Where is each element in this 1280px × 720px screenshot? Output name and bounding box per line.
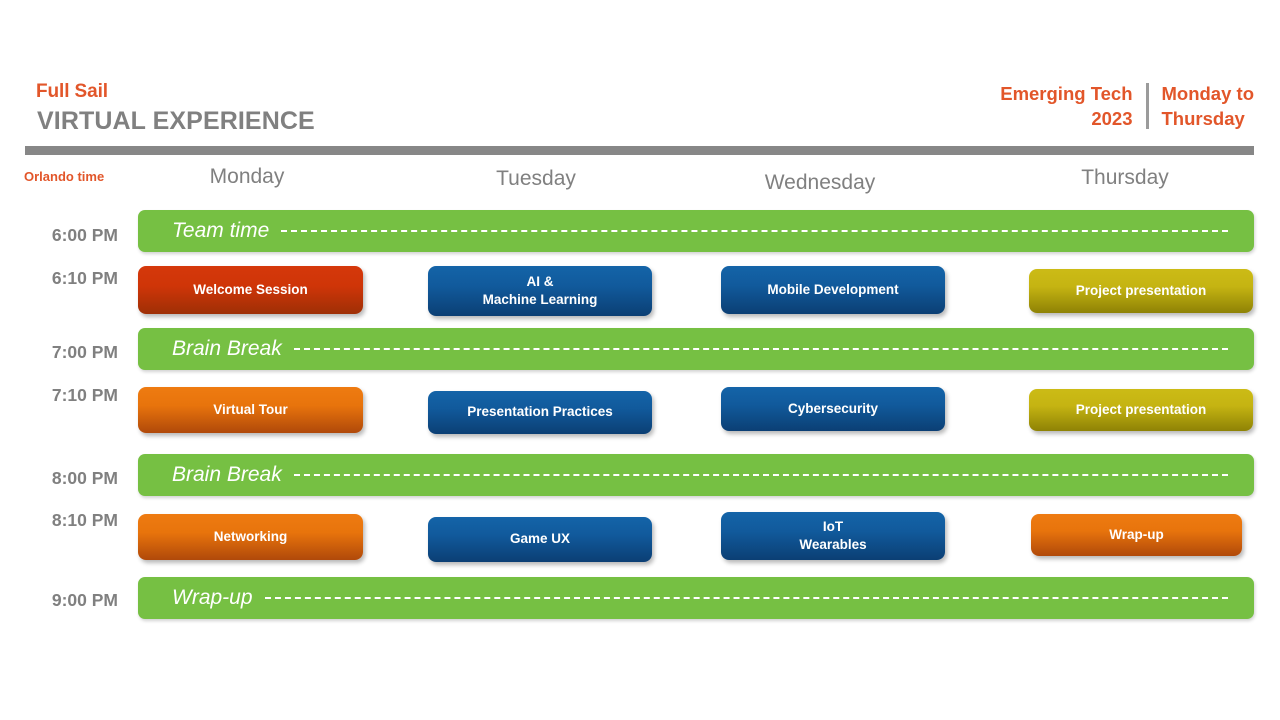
break-bar-dashed-line	[264, 597, 1228, 599]
session-block-label: Networking	[213, 528, 288, 544]
event-dates-line1: Monday to	[1161, 83, 1255, 104]
time-label: 6:00 PM	[51, 225, 118, 245]
day-header-wednesday: Wednesday	[764, 171, 876, 194]
time-label: 8:10 PM	[51, 510, 118, 530]
day-header-tuesday: Tuesday	[496, 167, 576, 190]
session-block-label: IoT Wearables	[799, 518, 867, 552]
header-divider-rule	[25, 146, 1254, 155]
session-block[interactable]: Project presentation	[1029, 389, 1253, 431]
event-title-line2: 2023	[1091, 107, 1133, 129]
event-dates: Monday to Thursday	[1149, 82, 1255, 132]
break-bar-label: Brain Break	[172, 463, 282, 486]
session-block[interactable]: Virtual Tour	[138, 387, 363, 433]
event-dates-line2: Thursday	[1161, 107, 1245, 129]
event-block: Emerging Tech 2023 Monday to Thursday	[1000, 82, 1254, 132]
break-bar[interactable]: Brain Break	[138, 454, 1254, 496]
break-bar-dashed-line	[293, 348, 1228, 350]
session-block-label: Wrap-up	[1109, 526, 1164, 542]
page-header: Full Sail VIRTUAL EXPERIENCE Emerging Te…	[0, 0, 1280, 155]
break-bar-label: Wrap-up	[172, 586, 253, 609]
day-header-monday: Monday	[209, 165, 285, 188]
session-block-label: Mobile Development	[767, 281, 899, 297]
session-block-label: Cybersecurity	[787, 400, 879, 416]
brand-block: Full Sail VIRTUAL EXPERIENCE	[36, 81, 315, 137]
session-block-label: Welcome Session	[193, 281, 308, 297]
session-block[interactable]: Game UX	[428, 517, 652, 562]
event-title: Emerging Tech 2023	[1000, 82, 1145, 132]
session-block[interactable]: Project presentation	[1029, 269, 1253, 313]
brand-subtitle: VIRTUAL EXPERIENCE	[37, 106, 315, 135]
break-bar-dashed-line	[281, 230, 1228, 232]
session-block[interactable]: AI & Machine Learning	[428, 266, 652, 316]
session-block[interactable]: Mobile Development	[721, 266, 945, 314]
brand-name: Full Sail	[36, 81, 108, 102]
session-block[interactable]: Presentation Practices	[428, 391, 652, 434]
timezone-label: Orlando time	[24, 169, 105, 184]
time-label: 8:00 PM	[51, 468, 118, 488]
day-header-thursday: Thursday	[1081, 166, 1169, 189]
break-bar[interactable]: Wrap-up	[138, 577, 1254, 619]
session-block[interactable]: Wrap-up	[1031, 514, 1242, 556]
time-label: 7:00 PM	[51, 342, 118, 362]
session-block-label: Project presentation	[1075, 282, 1207, 298]
event-title-line1: Emerging Tech	[1000, 83, 1133, 104]
time-label: 6:10 PM	[51, 268, 118, 288]
session-block[interactable]: Cybersecurity	[721, 387, 945, 431]
break-bar-dashed-line	[293, 474, 1228, 476]
session-block[interactable]: Networking	[138, 514, 363, 560]
session-block-label: Game UX	[509, 531, 571, 547]
time-label: 9:00 PM	[51, 590, 118, 610]
break-bar-label: Team time	[172, 219, 270, 242]
session-block[interactable]: Welcome Session	[138, 266, 363, 314]
break-bar[interactable]: Team time	[138, 210, 1254, 252]
break-bar-label: Brain Break	[172, 337, 282, 360]
session-block[interactable]: IoT Wearables	[721, 512, 945, 560]
session-block-label: Project presentation	[1075, 401, 1207, 417]
session-block-label: AI & Machine Learning	[482, 273, 598, 307]
session-block-label: Presentation Practices	[467, 404, 613, 420]
time-label: 7:10 PM	[51, 385, 118, 405]
break-bar[interactable]: Brain Break	[138, 328, 1254, 370]
session-block-label: Virtual Tour	[213, 401, 288, 417]
